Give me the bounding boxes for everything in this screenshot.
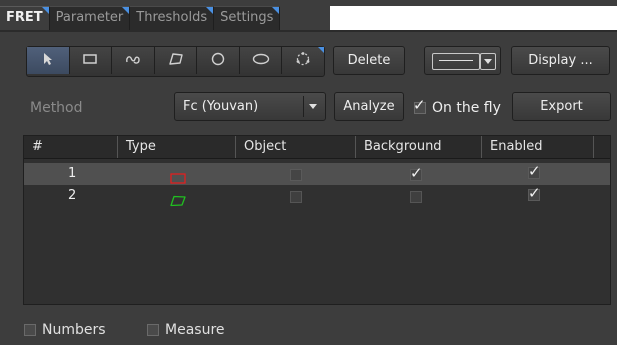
table-header: # Type Object Background Enabled [24,136,610,159]
checkmark-icon: ✓ [528,184,541,202]
chevron-down-icon [480,53,496,70]
column-header-number[interactable]: # [24,136,118,158]
tab-fret-label: FRET [6,10,43,25]
object-checkbox[interactable] [290,169,302,181]
tab-parameter[interactable]: Parameter [49,6,131,30]
fret-panel: FRET Parameter Thresholds Settings Delet… [0,0,617,345]
on-the-fly-checkbox[interactable]: ✓ On the fly [413,96,501,116]
row-number: 2 [68,188,77,203]
line-style-select[interactable] [424,46,501,75]
rectangle-icon [83,53,98,68]
roi-table: # Type Object Background Enabled 1 ✓ ✓ 2… [23,135,611,305]
rectangle-tool-button[interactable] [70,47,113,74]
object-checkbox[interactable] [290,191,302,203]
column-header-type[interactable]: Type [118,136,236,158]
polygon-tool-button[interactable] [155,47,198,74]
column-header-background[interactable]: Background [356,136,482,158]
row-number: 1 [68,166,77,181]
background-checkbox[interactable] [410,191,422,203]
tool-corner-marker [318,47,325,53]
tab-corner-marker [41,7,49,14]
tab-thresholds-label: Thresholds [136,10,208,25]
tab-bar-background [330,6,617,30]
checkmark-icon: ✓ [410,164,423,182]
chevron-down-icon [303,96,322,117]
tab-corner-marker [272,7,280,14]
on-the-fly-label: On the fly [432,100,501,116]
tab-corner-marker [122,7,130,14]
table-row[interactable]: 2 ✓ [24,184,610,207]
method-label: Method [30,100,83,116]
freehand-tool-button[interactable] [112,47,155,74]
tab-thresholds[interactable]: Thresholds [130,6,215,30]
tab-divider [0,30,617,32]
numbers-label: Numbers [42,322,106,338]
analyze-button[interactable]: Analyze [334,92,404,121]
table-row[interactable]: 1 ✓ ✓ [24,162,610,185]
polygon-icon [170,195,186,207]
circle-points-tool-button[interactable] [282,47,325,74]
freehand-icon [125,53,141,69]
method-select[interactable]: Fc (Youvan) [174,92,326,121]
circle-tool-button[interactable] [197,47,240,74]
measure-box[interactable] [147,324,159,336]
tab-settings-label: Settings [220,10,274,25]
measure-label: Measure [165,322,225,338]
checkmark-icon: ✓ [413,96,426,114]
measure-checkbox[interactable]: Measure [147,322,225,338]
polygon-icon [168,52,183,69]
checkmark-icon: ✓ [528,162,541,180]
ellipse-tool-button[interactable] [240,47,283,74]
delete-button[interactable]: Delete [333,46,405,75]
enabled-checkbox[interactable]: ✓ [528,184,541,202]
pointer-icon [43,52,53,70]
pointer-tool-button[interactable] [27,47,70,74]
column-header-object[interactable]: Object [236,136,356,158]
method-select-value: Fc (Youvan) [183,99,259,114]
tab-corner-marker [206,7,214,14]
numbers-box[interactable] [24,324,36,336]
circle-icon [211,52,225,70]
ellipse-icon [252,53,270,69]
on-the-fly-box[interactable]: ✓ [413,96,426,114]
line-style-preview [432,53,480,70]
column-header-enabled[interactable]: Enabled [482,136,594,158]
display-button[interactable]: Display ... [511,46,610,75]
tab-fret[interactable]: FRET [0,6,50,30]
numbers-checkbox[interactable]: Numbers [24,322,106,338]
enabled-checkbox[interactable]: ✓ [528,162,541,180]
background-checkbox[interactable]: ✓ [410,164,423,182]
roi-tool-group [26,46,325,77]
tab-settings[interactable]: Settings [214,6,281,30]
export-button[interactable]: Export [512,92,611,121]
tab-parameter-label: Parameter [55,10,124,25]
circle-points-icon [295,51,311,71]
tab-bar: FRET Parameter Thresholds Settings [0,6,281,30]
